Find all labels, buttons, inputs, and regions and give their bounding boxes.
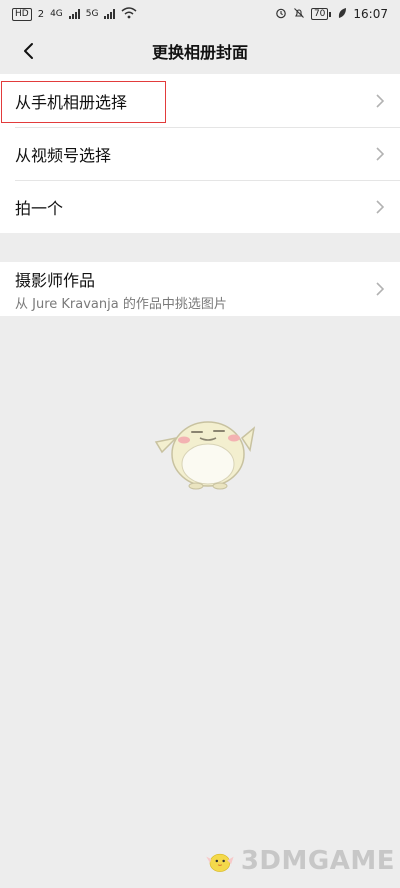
menu-item-label: 从视频号选择 — [15, 145, 112, 165]
menu-item-label: 拍一个 — [15, 198, 64, 218]
network-label-2: 5G — [85, 9, 99, 19]
sim-indicator: 2 — [37, 8, 45, 20]
chevron-right-icon — [374, 199, 386, 215]
status-bar: HD 2 4G 5G 70 16:07 — [0, 0, 400, 28]
signal-icon — [104, 9, 116, 19]
nav-bar: 更换相册封面 — [0, 28, 400, 74]
mute-icon — [293, 7, 305, 22]
watermark-bird-logo — [206, 853, 234, 872]
photographer-section: 摄影师作品 从 Jure Kravanja 的作品中挑选图片 — [0, 262, 400, 316]
leaf-icon — [337, 7, 347, 22]
hd-badge: HD — [12, 7, 32, 21]
watermark: 3DMGAME — [205, 838, 395, 884]
menu-item-photographer-works[interactable]: 摄影师作品 从 Jure Kravanja 的作品中挑选图片 — [0, 262, 400, 316]
photographer-subtitle: 从 Jure Kravanja 的作品中挑选图片 — [15, 296, 227, 312]
chevron-right-icon — [374, 281, 386, 297]
photographer-title: 摄影师作品 — [15, 270, 96, 290]
clock: 16:07 — [353, 7, 388, 21]
network-label-1: 4G — [50, 9, 63, 19]
chevron-right-icon — [374, 146, 386, 162]
status-left: HD 2 4G 5G — [12, 6, 137, 22]
signal-icon — [68, 9, 80, 19]
menu-item-channels[interactable]: 从视频号选择 — [0, 127, 400, 180]
alarm-icon — [275, 7, 287, 22]
status-right: 70 16:07 — [275, 7, 388, 22]
back-button[interactable] — [8, 28, 48, 74]
mascot-illustration — [154, 421, 256, 490]
chevron-right-icon — [374, 93, 386, 109]
menu-item-take-photo[interactable]: 拍一个 — [0, 180, 400, 233]
wifi-icon — [121, 6, 137, 22]
page-title: 更换相册封面 — [151, 43, 248, 62]
watermark-text: 3DMGAME — [240, 846, 395, 876]
highlight-box — [1, 81, 166, 123]
battery-icon: 70 — [310, 8, 332, 20]
chevron-left-icon — [24, 43, 33, 59]
battery-level: 70 — [310, 8, 329, 20]
